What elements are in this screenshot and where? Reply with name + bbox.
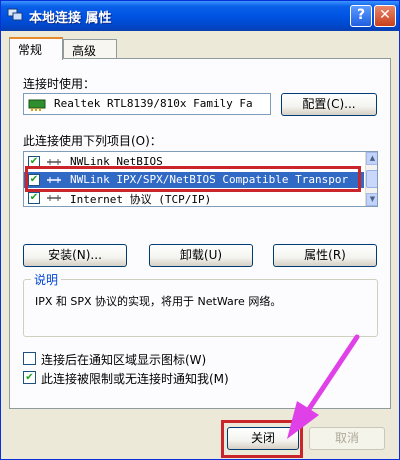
tab-general[interactable]: 常规	[9, 37, 63, 60]
properties-dialog: 本地连接 属性 ? ✕ 常规 高级 连接时使用： Realtek RTL8139…	[0, 0, 400, 460]
annotation-arrow-icon	[287, 334, 360, 439]
